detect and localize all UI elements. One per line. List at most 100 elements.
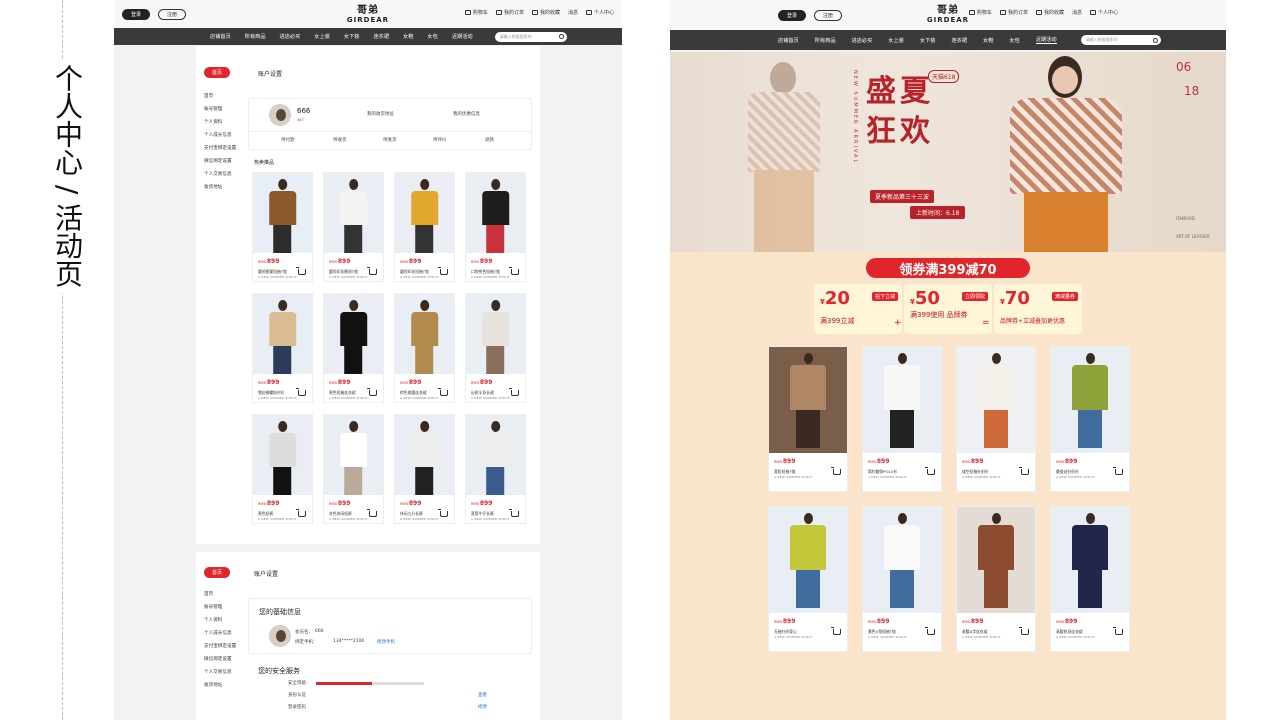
add-to-cart-icon[interactable] xyxy=(509,509,519,517)
product-card[interactable]: RMB899 无袖针织背心 A NEW SUMMER SHOUT xyxy=(768,506,848,652)
product-card[interactable]: RMB899 雪纺蝴蝶结衬衫 A NEW SUMMER SHOUT xyxy=(252,293,313,403)
coupon-button[interactable]: 立即领取 xyxy=(961,292,988,301)
coupon-button[interactable]: 满减叠券 xyxy=(1051,292,1078,301)
avatar[interactable] xyxy=(269,104,291,126)
add-to-cart-icon[interactable] xyxy=(1019,627,1029,635)
promo-banner[interactable]: NEW SUMMER ARRIVAL 盛夏 天猫618 狂欢 夏季新品第三十三波… xyxy=(670,52,1226,252)
login-button[interactable]: 登录 xyxy=(778,9,806,21)
product-image[interactable] xyxy=(395,415,454,495)
order-tab-review[interactable]: 待评价 xyxy=(433,137,447,143)
menu-item[interactable]: 个人交易信息 xyxy=(204,168,236,181)
product-card[interactable]: RMB899 口袋拼色短袖T恤 A NEW SUMMER SHOUT xyxy=(465,172,526,282)
messages-link[interactable]: 消息 xyxy=(568,9,578,16)
product-image[interactable] xyxy=(253,294,312,374)
register-button[interactable]: 注册 xyxy=(814,9,842,21)
add-to-cart-icon[interactable] xyxy=(438,509,448,517)
benefit-link[interactable]: 我的优惠信息 xyxy=(453,111,480,117)
product-image[interactable] xyxy=(253,415,312,495)
orders-link[interactable]: 我的订单 xyxy=(999,9,1028,16)
menu-item[interactable]: 微信绑定设置 xyxy=(204,653,236,666)
menu-item[interactable]: 个人资料 xyxy=(204,614,236,627)
product-image[interactable] xyxy=(769,507,847,613)
favorites-link[interactable]: 我的收藏 xyxy=(531,9,560,16)
menu-item[interactable]: 支付宝绑定设置 xyxy=(204,640,236,653)
add-to-cart-icon[interactable] xyxy=(1019,467,1029,475)
product-card[interactable]: RMB899 圆领印花短袖T恤 A NEW SUMMER SHOUT xyxy=(394,172,455,282)
add-to-cart-icon[interactable] xyxy=(831,627,841,635)
nav-item-tops[interactable]: 女上装 xyxy=(314,33,330,40)
product-image[interactable] xyxy=(863,507,941,613)
add-to-cart-icon[interactable] xyxy=(438,267,448,275)
menu-item[interactable]: 支付宝绑定设置 xyxy=(204,142,236,155)
menu-item[interactable]: 账号管理 xyxy=(204,601,236,614)
orders-link[interactable]: 我的订单 xyxy=(495,9,524,16)
product-image[interactable] xyxy=(324,415,383,495)
coupon-70[interactable]: ¥70 满减叠券 品牌券+立减叠加更优惠 xyxy=(994,284,1082,334)
search-icon[interactable] xyxy=(1152,37,1158,43)
product-card[interactable]: RMB899 直筒牛仔长裤 A NEW SUMMER SHOUT xyxy=(465,414,526,524)
nav-item-bottoms[interactable]: 女下装 xyxy=(344,33,360,40)
add-to-cart-icon[interactable] xyxy=(367,267,377,275)
product-card[interactable]: RMB899 收腰A字连衣裙 A NEW SUMMER SHOUT xyxy=(956,506,1036,652)
brand-logo[interactable]: 哥弟 GIRDEAR xyxy=(347,6,389,25)
product-card[interactable]: RMB899 圆领印花棉质T恤 A NEW SUMMER SHOUT xyxy=(323,172,384,282)
order-tab-unpaid[interactable]: 待付款 xyxy=(281,137,295,143)
nav-item-shoes[interactable]: 女鞋 xyxy=(403,33,413,40)
cart-link[interactable]: 购物车 xyxy=(464,9,488,16)
menu-item[interactable]: 账号管理 xyxy=(204,103,236,116)
add-to-cart-icon[interactable] xyxy=(367,509,377,517)
search-input[interactable]: 请输入想要搜索的 xyxy=(494,31,567,42)
menu-item[interactable]: 首页 xyxy=(204,588,236,601)
register-button[interactable]: 注册 xyxy=(158,8,186,20)
coupon-50[interactable]: ¥50 立即领取 满399使用 品牌券 xyxy=(904,284,992,334)
product-card[interactable]: RMB899 圆领图案短袖T恤 A NEW SUMMER SHOUT xyxy=(252,172,313,282)
menu-item[interactable]: 个人资料 xyxy=(204,116,236,129)
messages-link[interactable]: 消息 xyxy=(1072,9,1082,16)
menu-item[interactable]: 首页 xyxy=(204,90,236,103)
product-card[interactable]: RMB899 纱质半身长裙 A NEW SUMMER SHOUT xyxy=(465,293,526,403)
menu-item[interactable]: 收货地址 xyxy=(204,181,236,194)
nav-item-must-buy[interactable]: 进店必买 xyxy=(280,33,301,40)
product-image[interactable] xyxy=(324,294,383,374)
nav-item-all[interactable]: 所有商品 xyxy=(245,33,266,40)
add-to-cart-icon[interactable] xyxy=(925,627,935,635)
product-card[interactable]: RMB899 高腰修身连衣裙 A NEW SUMMER SHOUT xyxy=(1050,506,1130,652)
add-to-cart-icon[interactable] xyxy=(296,509,306,517)
add-to-cart-icon[interactable] xyxy=(509,388,519,396)
menu-item[interactable]: 个人交易信息 xyxy=(204,666,236,679)
nav-item-shoes[interactable]: 女鞋 xyxy=(983,37,993,44)
coupon-button[interactable]: 拍下立减 xyxy=(871,292,898,301)
product-image[interactable] xyxy=(957,507,1035,613)
add-to-cart-icon[interactable] xyxy=(296,388,306,396)
home-tag[interactable]: 首页 xyxy=(204,567,230,578)
search-input[interactable]: 请输入想要搜索的 xyxy=(1080,35,1161,45)
product-card[interactable]: RMB899 灰色休闲短裤 A NEW SUMMER SHOUT xyxy=(323,414,384,524)
coupon-20[interactable]: ¥20 拍下立减 满399立减 xyxy=(814,284,902,334)
nav-item-home[interactable]: 店铺首页 xyxy=(778,37,799,44)
product-image[interactable] xyxy=(1051,507,1129,613)
add-to-cart-icon[interactable] xyxy=(367,388,377,396)
menu-item[interactable]: 微信绑定设置 xyxy=(204,155,236,168)
product-card[interactable]: RMB899 镂空短袖针织衫 A NEW SUMMER SHOUT xyxy=(956,346,1036,492)
add-to-cart-icon[interactable] xyxy=(831,467,841,475)
nav-item-bags[interactable]: 女包 xyxy=(1009,37,1019,44)
product-card[interactable]: RMB899 简约翻领POLO衫 A NEW SUMMER SHOUT xyxy=(862,346,942,492)
product-card[interactable]: RMB899 黑色短裤 A NEW SUMMER SHOUT xyxy=(252,414,313,524)
security-action-view[interactable]: 查看 xyxy=(478,692,487,698)
product-image[interactable] xyxy=(324,173,383,253)
product-image[interactable] xyxy=(1051,347,1129,453)
address-link[interactable]: 我的收货地址 xyxy=(367,111,394,117)
menu-item[interactable]: 收货地址 xyxy=(204,679,236,692)
product-card[interactable]: RMB899 宽松短袖T恤 A NEW SUMMER SHOUT xyxy=(768,346,848,492)
add-to-cart-icon[interactable] xyxy=(509,267,519,275)
product-card[interactable]: RMB899 黄色V领短袖T恤 A NEW SUMMER SHOUT xyxy=(862,506,942,652)
menu-item[interactable]: 个人成长信息 xyxy=(204,129,236,142)
product-image[interactable] xyxy=(957,347,1035,453)
home-tag[interactable]: 首页 xyxy=(204,67,230,78)
product-image[interactable] xyxy=(395,294,454,374)
add-to-cart-icon[interactable] xyxy=(1113,467,1123,475)
order-tab-refund[interactable]: 退款 xyxy=(485,137,494,143)
order-tab-receiving[interactable]: 待收货 xyxy=(333,137,347,143)
add-to-cart-icon[interactable] xyxy=(438,388,448,396)
brand-logo[interactable]: 哥弟 GIRDEAR xyxy=(927,6,969,25)
